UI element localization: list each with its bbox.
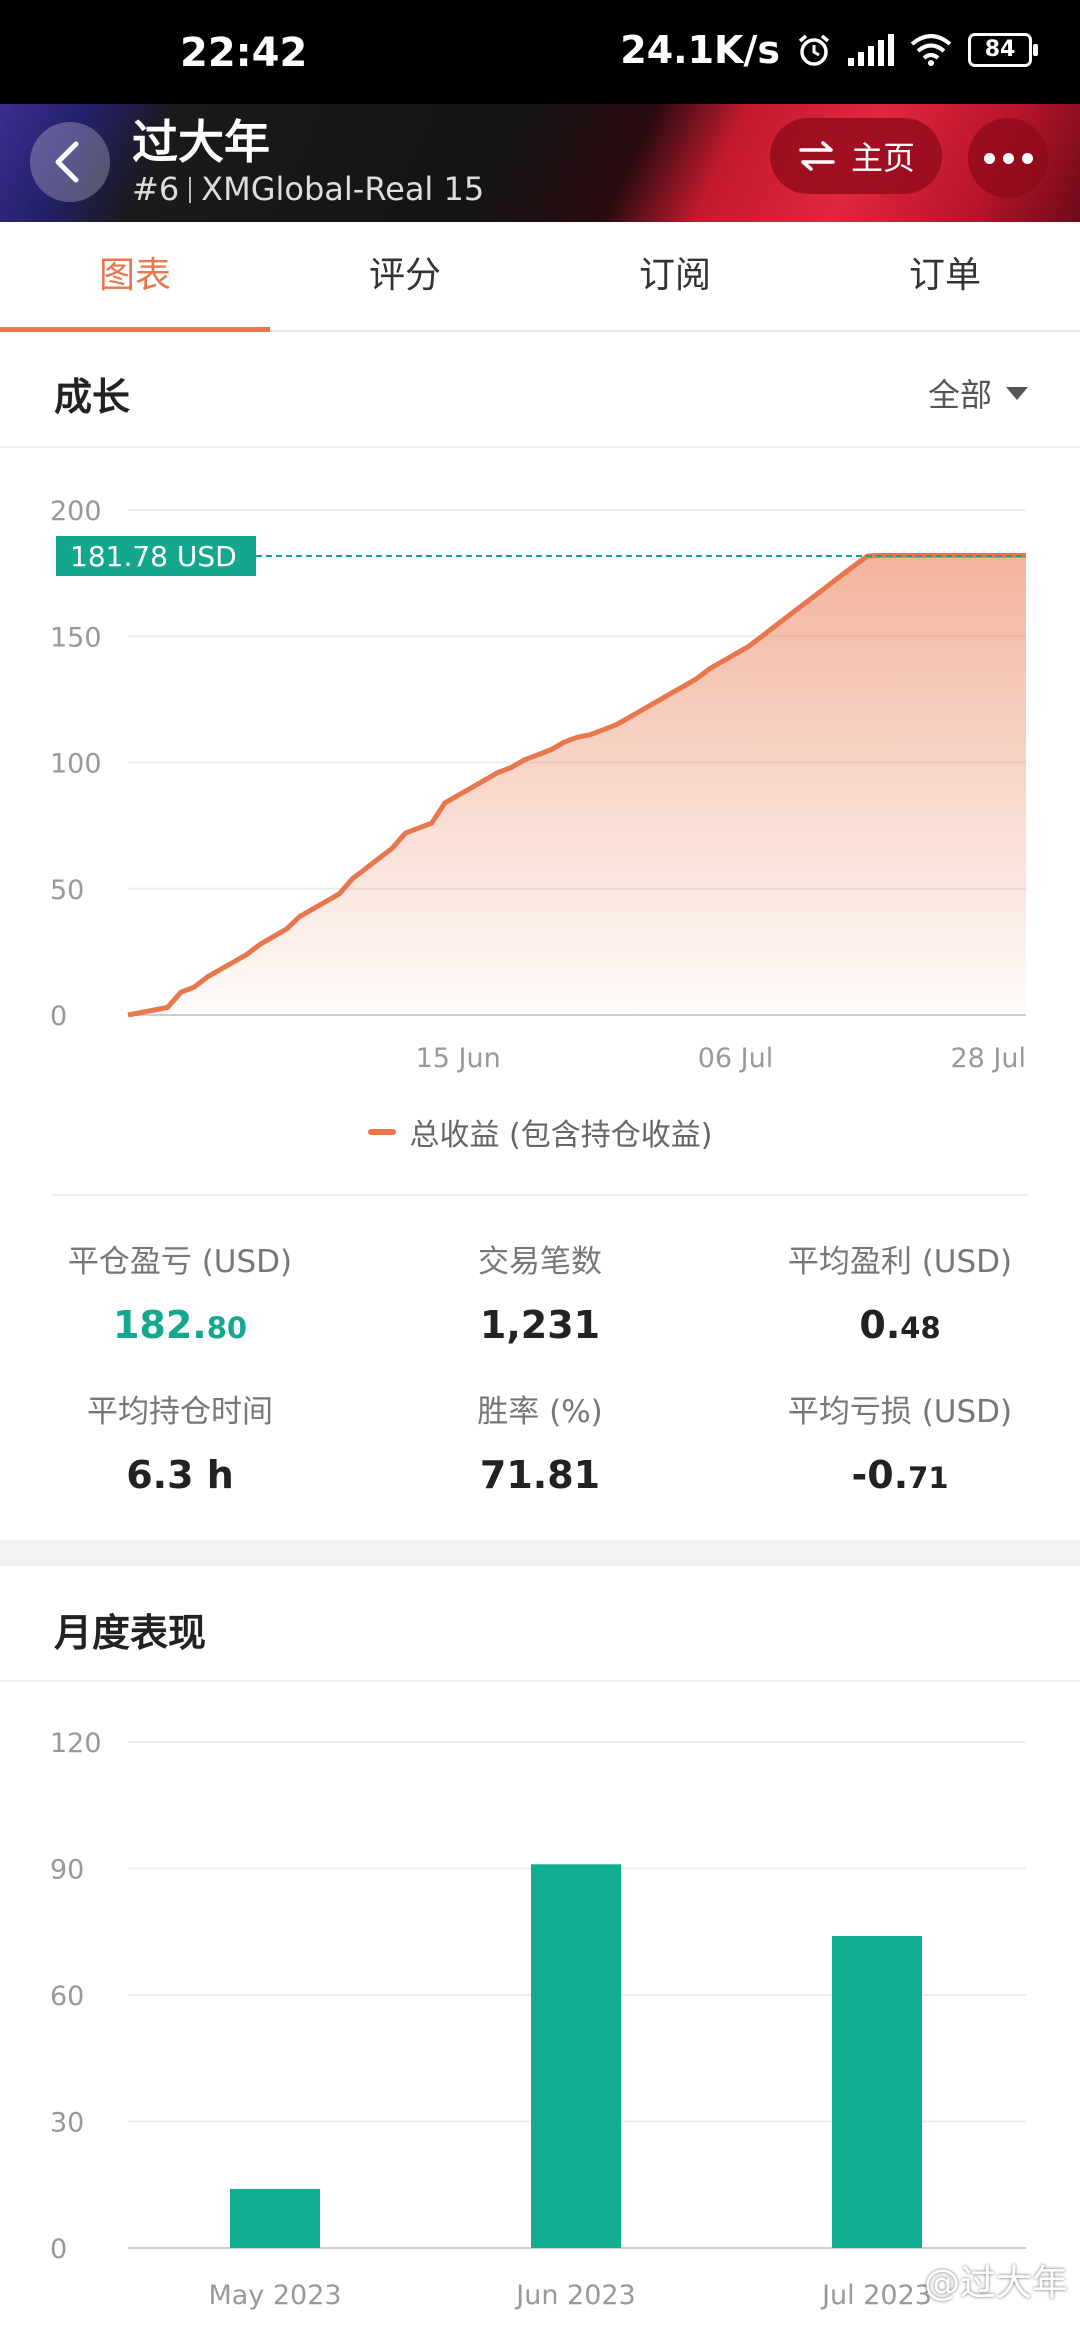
y-tick-label: 100 (50, 749, 102, 780)
account-subtitle: #6 XMGlobal-Real 15 (132, 170, 484, 208)
network-speed: 24.1K/s (620, 28, 780, 72)
stat-win-rate: 胜率 (%) 71.81 (360, 1386, 720, 1497)
x-tick-label: Jul 2023 (820, 2280, 932, 2311)
section-divider (0, 1680, 1080, 1682)
home-button-label: 主页 (850, 139, 915, 177)
x-tick-label: May 2023 (208, 2280, 341, 2311)
stat-value: 182.80 (112, 1303, 248, 1347)
back-button[interactable] (30, 122, 110, 202)
period-filter[interactable]: 全部 (928, 370, 1028, 416)
chevron-left-icon (55, 141, 79, 183)
stat-value: 6.3 h (126, 1453, 234, 1497)
tab-subscribe[interactable]: 订阅 (540, 222, 810, 330)
subtitle-divider (189, 177, 192, 203)
area-fill (128, 555, 1026, 1015)
app-header: 过大年 #6 XMGlobal-Real 15 主页 (0, 104, 1080, 222)
bar (832, 1935, 922, 2248)
y-tick-label: 200 (50, 496, 102, 527)
stat-closed-pnl: 平仓盈亏 (USD) 182.80 (0, 1236, 360, 1347)
bar (230, 2188, 320, 2248)
stat-avg-loss: 平均亏损 (USD) -0.71 (720, 1386, 1080, 1497)
more-dot-icon (983, 152, 995, 164)
tab-chart[interactable]: 图表 (0, 222, 270, 332)
battery-icon: 84 (968, 33, 1038, 67)
stat-avg-hold-time: 平均持仓时间 6.3 h (0, 1386, 360, 1497)
y-tick-label: 0 (50, 1001, 67, 1032)
account-name: XMGlobal-Real 15 (201, 170, 485, 208)
stat-label: 交易笔数 (478, 1244, 602, 1280)
y-tick-label: 50 (50, 875, 84, 906)
watermark: @过大年 (923, 2263, 1068, 2304)
monthly-bar-chart: 0 30 60 90 120 May 2023 Jun 2023 Jul 2023 (50, 1728, 1026, 2311)
x-tick-label: 06 Jul (698, 1043, 774, 1074)
more-button[interactable] (968, 118, 1048, 198)
legend-label: 总收益 (包含持仓收益) (409, 1118, 713, 1153)
swap-icon (799, 141, 835, 171)
stat-label: 平均亏损 (USD) (787, 1394, 1013, 1430)
y-tick-label: 60 (50, 1981, 84, 2012)
wifi-icon (910, 34, 952, 66)
home-button[interactable]: 主页 (770, 118, 942, 194)
current-value-label: 181.78 USD (70, 540, 237, 573)
monthly-title: 月度表现 (54, 1611, 207, 1655)
x-tick-label: Jun 2023 (514, 2280, 635, 2311)
x-tick-label: 28 Jul (950, 1043, 1026, 1074)
section-divider (52, 1194, 1028, 1196)
stat-avg-profit: 平均盈利 (USD) 0.48 (720, 1236, 1080, 1347)
y-tick-label: 90 (50, 1855, 84, 1886)
stat-value: 0.48 (859, 1303, 941, 1347)
more-dot-icon (1002, 152, 1014, 164)
stat-value: 71.81 (479, 1453, 601, 1497)
status-time: 22:42 (180, 30, 308, 76)
more-dot-icon (1021, 152, 1033, 164)
y-tick-label: 150 (50, 622, 102, 653)
tab-orders[interactable]: 订单 (810, 222, 1080, 330)
stat-label: 平仓盈亏 (USD) (67, 1244, 293, 1280)
y-tick-label: 30 (50, 2108, 84, 2139)
growth-title: 成长 (54, 375, 131, 419)
stat-value: -0.71 (851, 1453, 949, 1497)
status-bar: 22:42 24.1K/s 84 (0, 0, 1080, 104)
stat-trade-count: 交易笔数 1,231 (360, 1236, 720, 1347)
legend-swatch (367, 1129, 396, 1135)
growth-chart: 0 50 100 150 200 15 Jun 06 Jul 28 Jul 181.78 USD (50, 496, 1026, 1074)
chart-legend: 总收益 (包含持仓收益) (0, 1110, 1080, 1154)
stat-label: 平均持仓时间 (87, 1394, 273, 1430)
signal-icon (848, 34, 894, 66)
status-icons: 24.1K/s 84 (620, 28, 1038, 72)
y-tick-label: 120 (50, 1728, 102, 1759)
bar (531, 1864, 621, 2248)
rank-label: #6 (132, 170, 180, 208)
stat-label: 平均盈利 (USD) (787, 1244, 1013, 1280)
stat-value: 1,231 (479, 1303, 601, 1347)
tab-bar: 图表 评分 订阅 订单 (0, 222, 1080, 332)
tab-rating[interactable]: 评分 (270, 222, 540, 330)
period-filter-label: 全部 (927, 376, 992, 414)
section-divider (0, 446, 1080, 448)
dropdown-arrow-icon (1006, 386, 1028, 400)
stat-label: 胜率 (%) (477, 1394, 603, 1430)
x-tick-label: 15 Jun (416, 1043, 501, 1074)
alarm-icon (798, 34, 830, 66)
page-title: 过大年 (132, 115, 270, 169)
y-tick-label: 0 (50, 2234, 67, 2265)
